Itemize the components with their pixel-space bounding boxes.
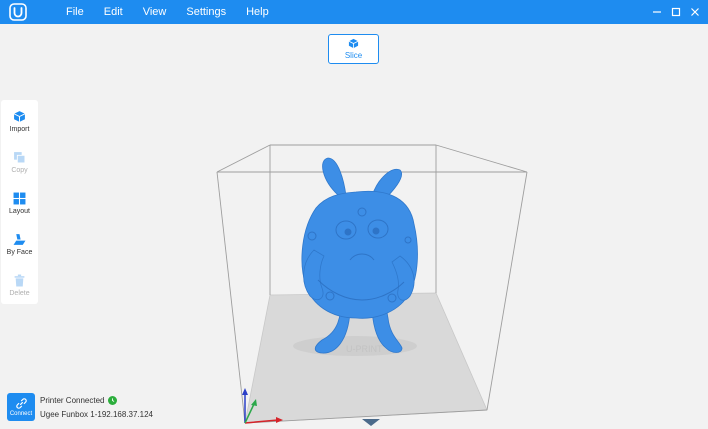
slice-button[interactable]: Slice: [328, 34, 379, 64]
delete-icon: [14, 274, 25, 287]
app-logo-icon: [6, 0, 30, 24]
layout-label: Layout: [8, 208, 31, 215]
layout-icon: [13, 192, 26, 205]
by-face-icon: [13, 234, 26, 245]
build-volume-scene: U-PRINT: [216, 144, 528, 424]
window-controls: [647, 0, 704, 24]
printer-address: Ugee Funbox 1-192.168.37.124: [40, 410, 153, 419]
delete-button[interactable]: Delete: [1, 268, 38, 308]
connect-label: Connect: [9, 410, 33, 417]
menu-bar: File Edit View Settings Help: [56, 0, 279, 24]
slice-label: Slice: [344, 51, 363, 60]
title-bar: File Edit View Settings Help: [0, 0, 708, 24]
by-face-label: By Face: [6, 249, 33, 256]
left-toolbar: Import Copy Layout By Face Delete: [1, 100, 38, 304]
menu-file[interactable]: File: [56, 0, 94, 24]
menu-settings[interactable]: Settings: [176, 0, 236, 24]
maximize-icon[interactable]: [667, 0, 685, 24]
layout-button[interactable]: Layout: [1, 186, 38, 226]
by-face-button[interactable]: By Face: [1, 227, 38, 267]
close-icon[interactable]: [686, 0, 704, 24]
import-icon: [13, 111, 26, 122]
link-icon: [15, 397, 27, 409]
import-label: Import: [9, 126, 30, 133]
printer-status: Printer Connected: [40, 396, 118, 405]
menu-help[interactable]: Help: [236, 0, 279, 24]
import-button[interactable]: Import: [1, 104, 38, 144]
collapse-arrow-icon[interactable]: [362, 419, 380, 426]
minimize-icon[interactable]: [648, 0, 666, 24]
copy-icon: [14, 152, 26, 164]
connected-status-icon: [108, 396, 118, 405]
menu-edit[interactable]: Edit: [94, 0, 133, 24]
delete-label: Delete: [9, 290, 30, 297]
cube-icon: [348, 38, 359, 49]
printer-status-text: Printer Connected: [40, 396, 105, 405]
copy-button[interactable]: Copy: [1, 145, 38, 185]
3d-viewport[interactable]: U-PRINT: [0, 24, 708, 429]
menu-view[interactable]: View: [133, 0, 177, 24]
copy-label: Copy: [11, 167, 28, 174]
connect-button[interactable]: Connect: [7, 393, 35, 421]
